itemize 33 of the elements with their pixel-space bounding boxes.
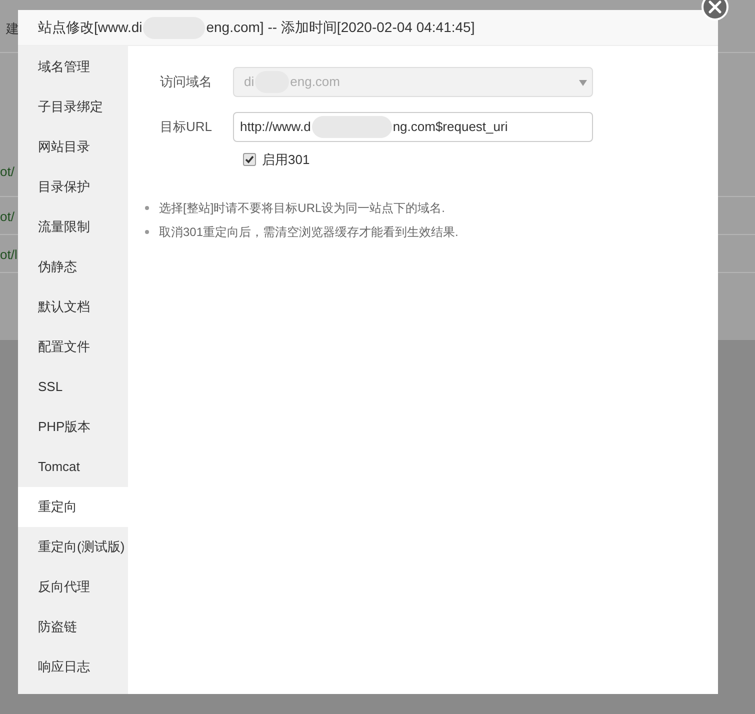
sidebar-item[interactable]: 默认文档: [18, 287, 128, 327]
note-text: 选择[整站]时请不要将目标URL设为同一站点下的域名.: [159, 200, 446, 216]
checkbox[interactable]: [243, 153, 256, 166]
sidebar-item[interactable]: 子目录绑定: [18, 87, 128, 127]
sidebar-item[interactable]: 响应日志: [18, 647, 128, 687]
sidebar-item[interactable]: 伪静态: [18, 247, 128, 287]
sidebar-item[interactable]: 网站目录: [18, 127, 128, 167]
bullet-icon: [145, 206, 149, 210]
path-link[interactable]: ot/: [0, 207, 14, 226]
path-link[interactable]: ot/l: [0, 245, 18, 264]
sidebar-item[interactable]: 防盗链: [18, 607, 128, 647]
sidebar-item[interactable]: 重定向: [18, 487, 128, 527]
dialog-title: eng.com] -- 添加时间[2020-02-04 04:41:45]: [206, 18, 475, 37]
sidebar-item[interactable]: SSL: [18, 367, 128, 407]
path-link[interactable]: ot/: [0, 162, 14, 182]
sidebar-item[interactable]: 反向代理: [18, 567, 128, 607]
sidebar-item[interactable]: 配置文件: [18, 327, 128, 367]
sidebar-item[interactable]: PHP版本: [18, 407, 128, 447]
caret-icon: [579, 80, 587, 86]
field-label: 访问域名: [159, 73, 212, 92]
checkbox-label[interactable]: 启用301: [262, 150, 310, 170]
bullet-icon: [145, 230, 149, 234]
note-text: 取消301重定向后，需清空浏览器缓存才能看到生效结果.: [159, 224, 458, 240]
sidebar-item[interactable]: 重定向(测试版): [18, 527, 128, 567]
sidebar-item[interactable]: 域名管理: [18, 47, 128, 87]
page-text: 建: [6, 20, 19, 38]
sidebar-item[interactable]: Tomcat: [18, 447, 128, 487]
sidebar-item[interactable]: 目录保护: [18, 167, 128, 207]
dialog-title: 站点修改[www.di: [38, 18, 142, 37]
close-icon[interactable]: [701, 0, 729, 21]
field-label: 目标URL: [158, 118, 212, 136]
input-field[interactable]: http://www.d ng.com$request_uri: [233, 112, 593, 142]
sidebar-item[interactable]: 流量限制: [18, 207, 128, 247]
